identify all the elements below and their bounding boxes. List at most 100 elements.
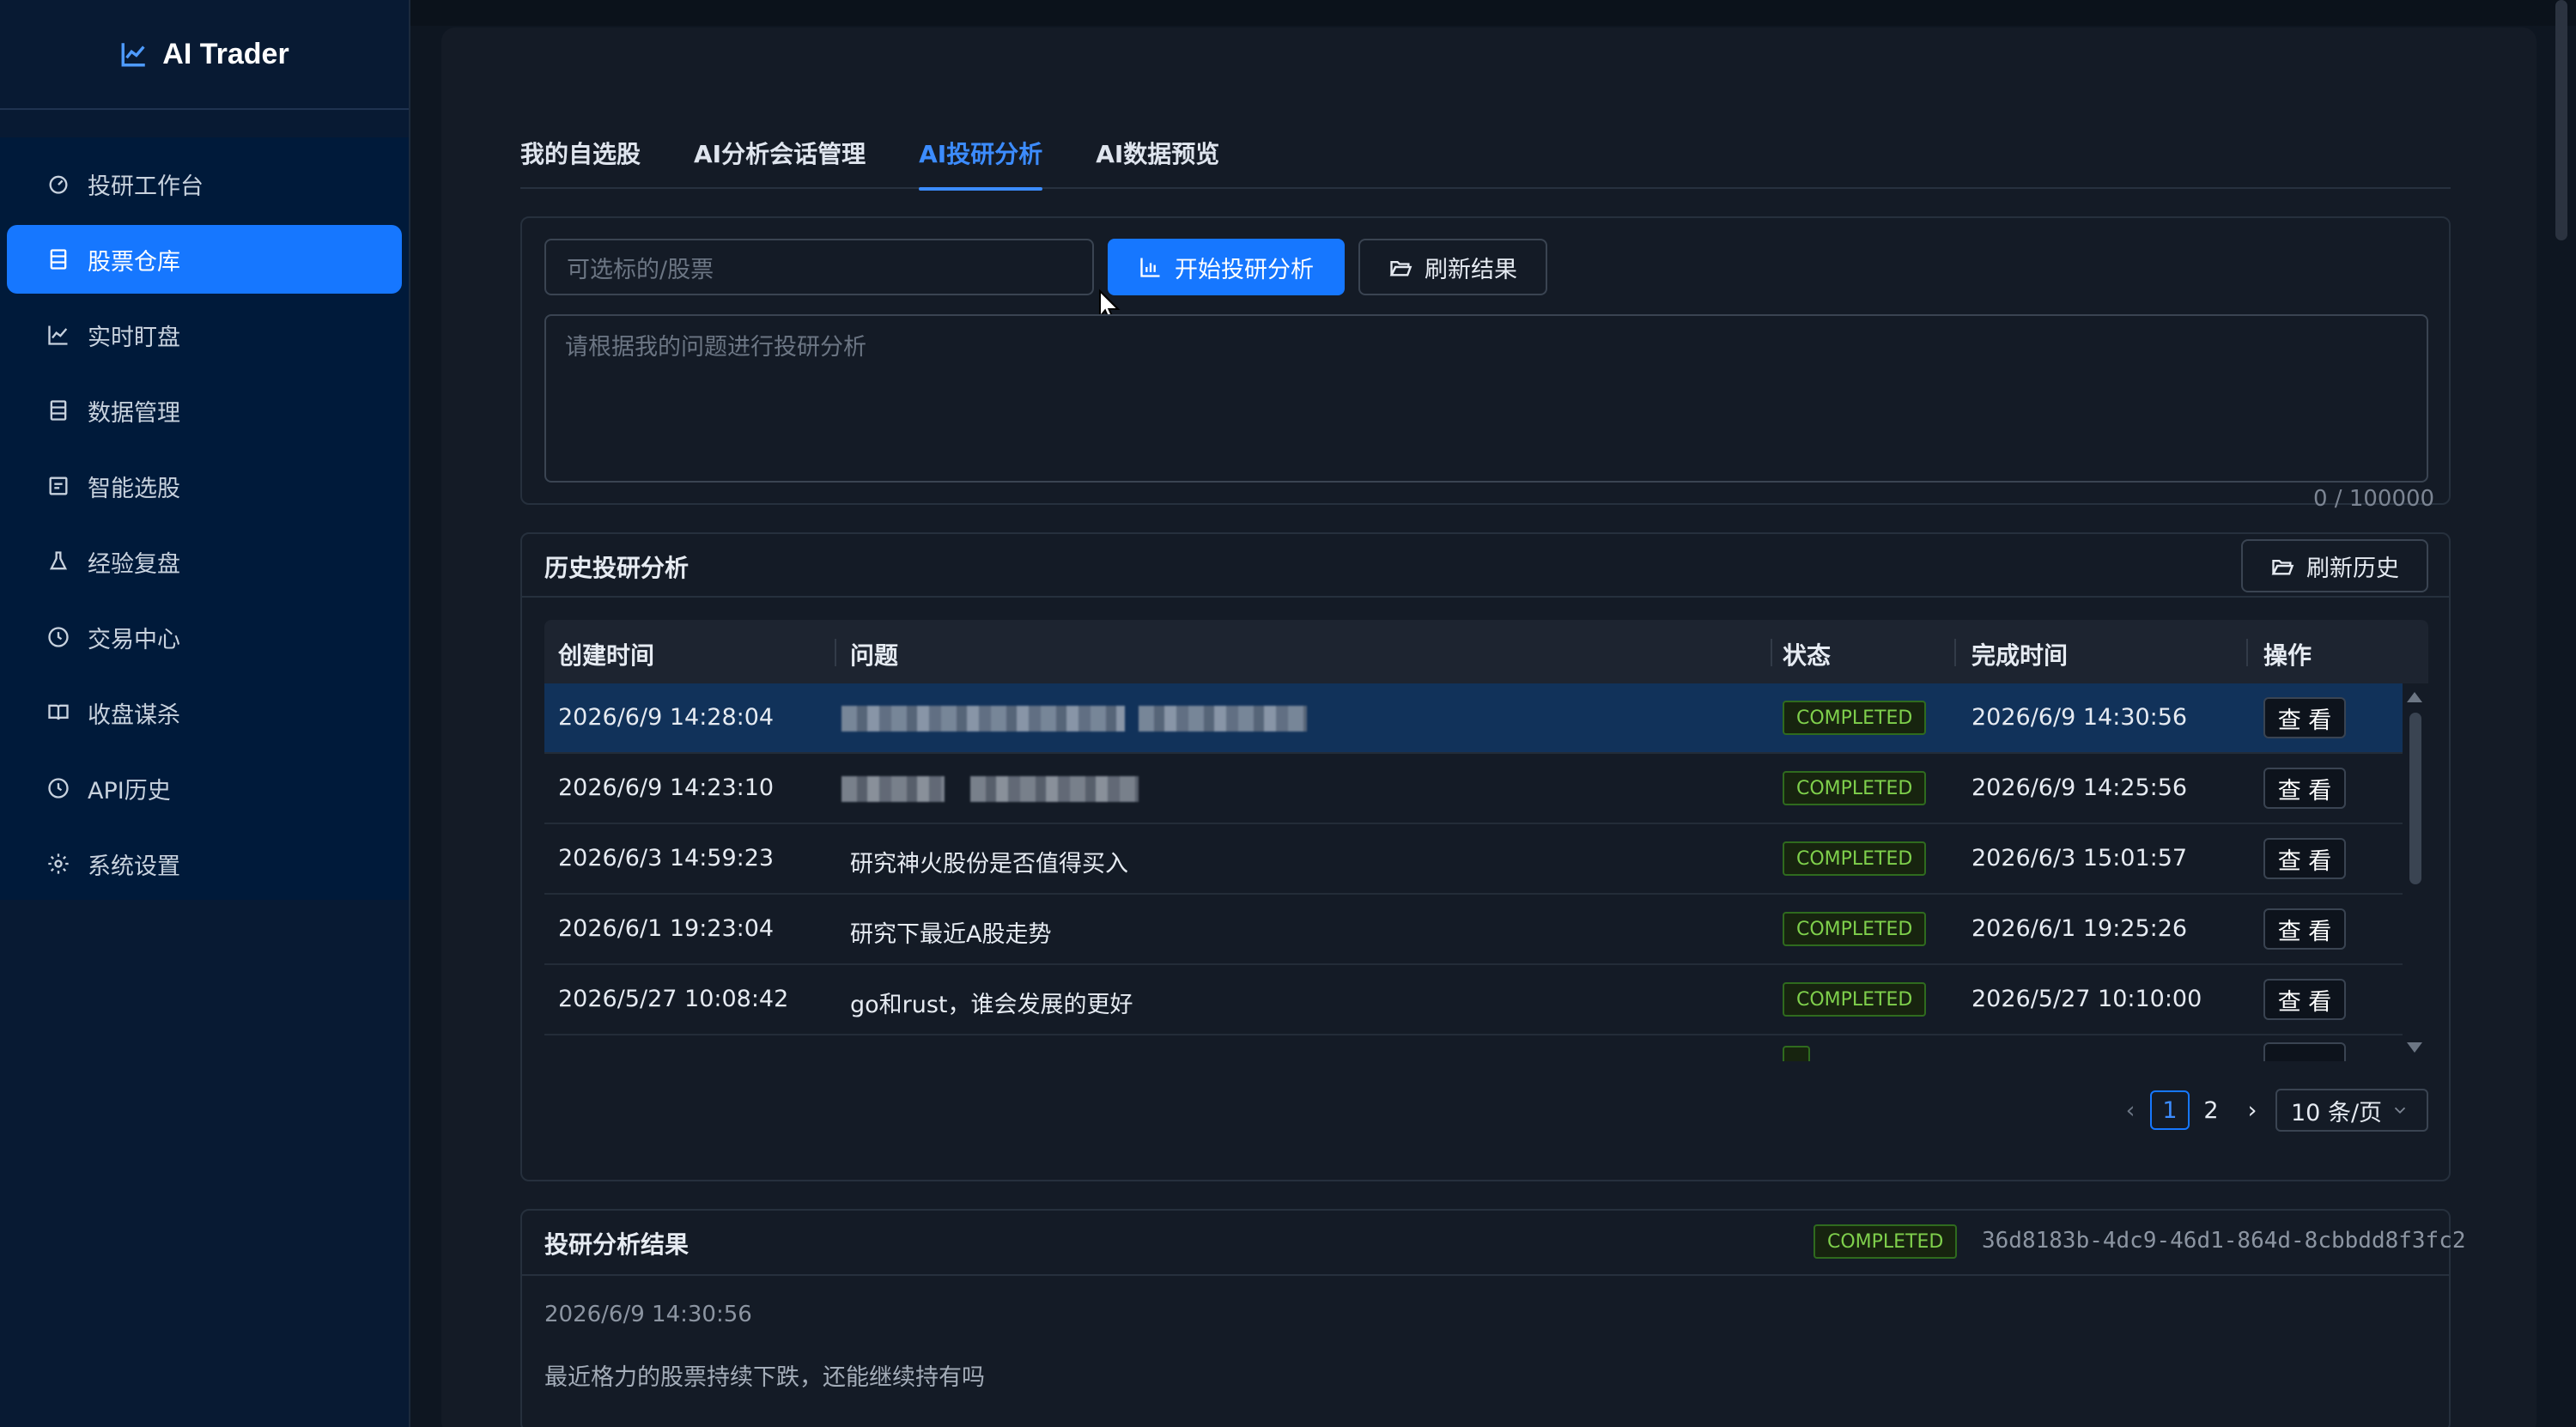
page-scrollbar[interactable] [2555,0,2567,240]
symbol-input[interactable]: 可选标的/股票 [544,239,1094,295]
sidebar-item-label: 数据管理 [88,399,180,427]
folder-open-icon [1389,261,1413,276]
table-row-partial[interactable] [544,1035,2403,1061]
line-chart-icon [48,325,68,345]
status-badge: COMPLETED [1783,982,1927,1017]
sidebar-item-closing[interactable]: 收盘谋杀 [7,678,402,747]
top-strip [410,0,2576,26]
finished-time: 2026/6/9 14:25:56 [1971,774,2188,801]
table-row[interactable]: 2026/6/9 14:28:04 COMPLETED 2026/6/9 14:… [544,683,2403,754]
book-icon [48,704,69,720]
sidebar-item-label: 实时盯盘 [88,324,180,351]
finished-time: 2026/6/1 19:25:26 [1971,915,2188,942]
question-textarea[interactable]: 请根据我的问题进行投研分析 [544,314,2428,483]
status-badge: COMPLETED [1783,771,1927,805]
scroll-up-arrow[interactable] [2407,692,2422,702]
sidebar-item-settings[interactable]: 系统设置 [7,829,402,898]
status-badge: COMPLETED [1783,912,1927,946]
result-question: 最近格力的股票持续下跌，还能继续持有吗 [544,1364,985,1391]
page-size-select[interactable]: 10 条/页 [2275,1089,2428,1132]
tab-bar: 我的自选股 AI分析会话管理 AI投研分析 AI数据预览 [520,125,2451,191]
view-button[interactable] [2263,1042,2346,1061]
view-button[interactable]: 查 看 [2263,838,2346,879]
sidebar-item-review[interactable]: 经验复盘 [7,527,402,596]
redacted-question [841,776,945,802]
col-separator [1771,639,1772,666]
bar-chart-icon [1140,258,1160,277]
col-created[interactable]: 创建时间 [558,637,654,671]
finished-time: 2026/5/27 10:10:00 [1971,986,2202,1012]
page-2-button[interactable]: 2 [2191,1090,2231,1130]
gear-icon [48,853,69,874]
col-separator [1954,639,1956,666]
table-row[interactable]: 2026/6/1 19:23:04 研究下最近A股走势 COMPLETED 20… [544,895,2403,965]
view-button[interactable]: 查 看 [2263,979,2346,1020]
created-time: 2026/6/9 14:23:10 [558,774,775,801]
folder-open-icon [2271,560,2294,575]
question-text: 研究神火股份是否值得买入 [850,851,1128,877]
created-time: 2026/6/3 14:59:23 [558,845,775,871]
scroll-down-arrow[interactable] [2407,1042,2422,1053]
table-row[interactable]: 2026/6/9 14:23:10 COMPLETED 2026/6/9 14:… [544,754,2403,824]
experiment-icon [49,551,68,570]
table-row[interactable]: 2026/5/27 10:08:42 go和rust，谁会发展的更好 COMPL… [544,965,2403,1035]
col-question[interactable]: 问题 [850,637,898,671]
sidebar-item-label: 交易中心 [88,626,180,653]
status-badge: COMPLETED [1783,701,1927,735]
tab-data-preview[interactable]: AI数据预览 [1096,125,1219,189]
sidebar-item-label: 收盘谋杀 [88,701,180,729]
history-icon [48,778,69,799]
sidebar-item-data-management[interactable]: 数据管理 [7,376,402,445]
next-page-button[interactable]: › [2233,1090,2272,1130]
sidebar: AI Trader 投研工作台 股票仓库 实时盯盘 数据管理 智能选股 经验复盘 [0,0,410,1427]
finished-time: 2026/6/3 15:01:57 [1971,845,2188,871]
sidebar-item-stock-warehouse[interactable]: 股票仓库 [7,225,402,294]
sidebar-item-api-history[interactable]: API历史 [7,754,402,823]
col-status[interactable]: 状态 [1783,637,1831,671]
start-analysis-button[interactable]: 开始投研分析 [1108,239,1345,295]
history-table-body: 2026/6/9 14:28:04 COMPLETED 2026/6/9 14:… [544,683,2403,1061]
divider [522,596,2449,598]
col-separator [835,639,836,666]
created-time: 2026/5/27 10:08:42 [558,986,789,1012]
prev-page-button[interactable]: ‹ [2111,1090,2150,1130]
view-button[interactable]: 查 看 [2263,908,2346,950]
redacted-question [1139,706,1307,732]
calendar-icon [49,477,68,495]
tab-ai-research[interactable]: AI投研分析 [919,125,1043,191]
divider [522,1274,2449,1276]
refresh-result-label: 刷新结果 [1425,256,1517,283]
page-size-value: 10 条/页 [2291,1099,2383,1126]
app-logo[interactable]: AI Trader [0,0,409,110]
question-text: 研究下最近A股走势 [850,921,1052,948]
refresh-result-button[interactable]: 刷新结果 [1358,239,1547,295]
tab-watchlist[interactable]: 我的自选股 [520,125,641,189]
refresh-history-label: 刷新历史 [2306,555,2399,582]
status-badge [1783,1046,1810,1061]
refresh-history-button[interactable]: 刷新历史 [2241,539,2428,592]
sidebar-item-workbench[interactable]: 投研工作台 [7,149,402,218]
sidebar-item-trading-center[interactable]: 交易中心 [7,603,402,671]
view-button[interactable]: 查 看 [2263,697,2346,738]
redacted-question [970,776,1139,802]
sidebar-item-label: 经验复盘 [88,550,180,578]
page-1-button[interactable]: 1 [2150,1090,2190,1130]
table-row[interactable]: 2026/6/3 14:59:23 研究神火股份是否值得买入 COMPLETED… [544,824,2403,895]
view-button[interactable]: 查 看 [2263,768,2346,809]
sidebar-item-live-watch[interactable]: 实时盯盘 [7,301,402,369]
sidebar-item-label: 系统设置 [88,853,180,880]
sidebar-item-smart-picking[interactable]: 智能选股 [7,452,402,520]
col-finished[interactable]: 完成时间 [1971,637,2068,671]
created-time: 2026/6/1 19:23:04 [558,915,775,942]
result-time: 2026/6/9 14:30:56 [544,1302,752,1327]
database-icon [50,400,67,421]
database-icon [50,249,67,270]
result-status-badge: COMPLETED [1814,1224,1958,1259]
sidebar-item-label: API历史 [88,777,171,805]
tab-session-management[interactable]: AI分析会话管理 [694,125,866,189]
col-separator [2246,639,2248,666]
table-scrollbar[interactable] [2409,713,2421,884]
line-chart-icon [121,43,146,67]
col-action[interactable]: 操作 [2263,637,2312,671]
table-header: 创建时间 问题 状态 完成时间 操作 [544,620,2428,683]
